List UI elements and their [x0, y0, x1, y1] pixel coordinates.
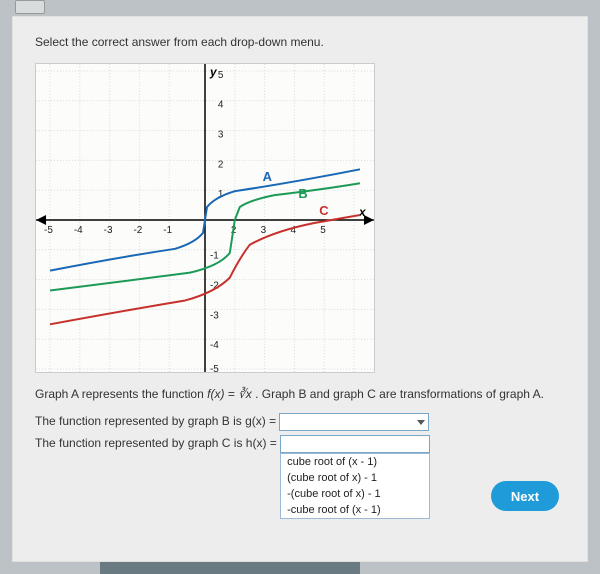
svg-text:A: A — [263, 169, 272, 184]
hx-dropdown-list: cube root of (x - 1) (cube root of x) - … — [280, 453, 430, 519]
question-tab — [15, 0, 45, 14]
svg-text:y: y — [209, 65, 218, 79]
gx-label: The function represented by graph B is g… — [35, 414, 279, 428]
next-button[interactable]: Next — [491, 481, 559, 511]
svg-text:-1: -1 — [210, 251, 219, 262]
hx-dropdown[interactable] — [280, 435, 430, 453]
svg-text:2: 2 — [218, 159, 224, 170]
svg-text:-3: -3 — [104, 225, 113, 236]
dropdown-option[interactable]: -(cube root of x) - 1 — [281, 486, 429, 502]
svg-text:B: B — [298, 186, 307, 201]
row-gx: The function represented by graph B is g… — [35, 413, 565, 431]
desc-suffix: . Graph B and graph C are transformation… — [255, 387, 544, 401]
dropdown-option[interactable]: -cube root of (x - 1) — [281, 502, 429, 518]
svg-text:-3: -3 — [210, 310, 219, 321]
svg-text:-4: -4 — [210, 340, 219, 351]
svg-text:5: 5 — [218, 70, 224, 81]
graph-svg: y x 543 21 -1-2-3 -4-5 2345 -5-4-3 -2-1 … — [36, 64, 374, 372]
fx-expression: f(x) = ∛x — [207, 387, 252, 401]
coordinate-graph: y x 543 21 -1-2-3 -4-5 2345 -5-4-3 -2-1 … — [35, 63, 375, 373]
bottom-bar — [100, 562, 360, 574]
hx-label: The function represented by graph C is h… — [35, 436, 280, 450]
graph-description: Graph A represents the function f(x) = ∛… — [35, 387, 565, 401]
row-hx: The function represented by graph C is h… — [35, 435, 565, 453]
hx-dropdown-wrap: cube root of (x - 1) (cube root of x) - … — [280, 435, 430, 453]
question-panel: Select the correct answer from each drop… — [12, 16, 588, 562]
svg-text:-5: -5 — [44, 225, 53, 236]
instruction-text: Select the correct answer from each drop… — [35, 35, 565, 49]
svg-text:3: 3 — [261, 225, 267, 236]
svg-text:-5: -5 — [210, 364, 219, 372]
svg-text:-2: -2 — [133, 225, 142, 236]
svg-text:-1: -1 — [163, 225, 172, 236]
svg-text:C: C — [319, 203, 328, 218]
dropdown-option[interactable]: cube root of (x - 1) — [281, 454, 429, 470]
svg-text:-4: -4 — [74, 225, 83, 236]
desc-prefix: Graph A represents the function — [35, 387, 207, 401]
dropdown-option[interactable]: (cube root of x) - 1 — [281, 470, 429, 486]
gx-dropdown[interactable] — [279, 413, 429, 431]
svg-text:4: 4 — [218, 100, 224, 111]
svg-text:3: 3 — [218, 130, 224, 141]
svg-text:5: 5 — [320, 225, 326, 236]
